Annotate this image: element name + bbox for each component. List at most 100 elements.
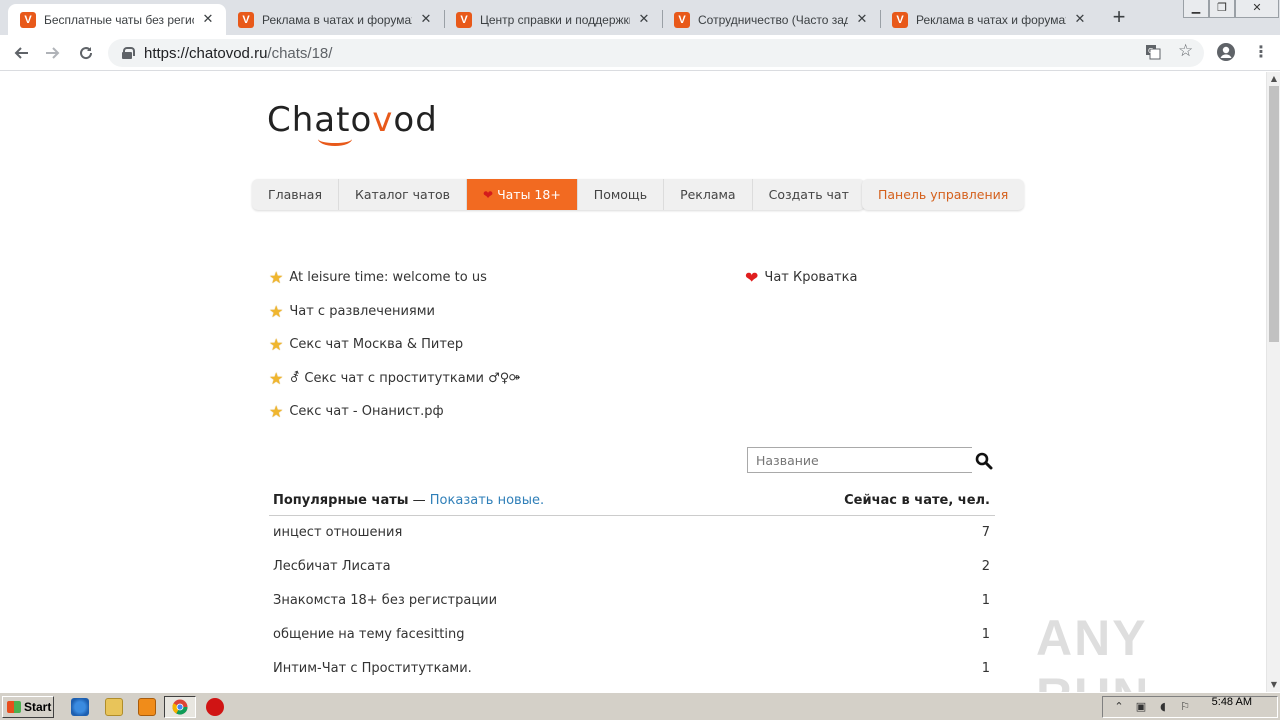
tab-title: Сотрудничество (Часто задаваемые вопросы… xyxy=(698,12,848,27)
menu-item-home[interactable]: Главная xyxy=(252,179,339,210)
chatovod-favicon-icon: V xyxy=(20,11,36,28)
chats-table: инцест отношения 7 Лесбичат Лисата 2 Знако… xyxy=(269,516,995,686)
opera-icon[interactable] xyxy=(206,698,224,716)
chat-search-input[interactable] xyxy=(747,447,972,473)
window-close-icon[interactable]: ✕ xyxy=(1235,0,1279,18)
table-row[interactable]: Лесбичат Лисата 2 xyxy=(269,550,995,584)
menu-item-label: Чаты 18+ xyxy=(497,187,561,202)
table-row[interactable]: Интим-Чат с Проститутками. 1 xyxy=(269,652,995,686)
menu-item-ads[interactable]: Реклама xyxy=(664,179,753,210)
table-row[interactable]: Знакомста 18+ без регистрации 1 xyxy=(269,584,995,618)
page-content: Chatovod Главная Каталог чатов ❤ Чаты 18+… xyxy=(0,72,1266,692)
taskbar-chrome-button[interactable] xyxy=(164,696,196,718)
featured-chat-item[interactable]: ★ Секс чат - Онанист.рф xyxy=(269,402,444,421)
minimize-icon[interactable]: ▁ xyxy=(1183,0,1209,18)
chatovod-favicon-icon: V xyxy=(238,11,254,28)
featured-chat-link[interactable]: Секс чат - Онанист.рф xyxy=(289,404,443,419)
online-count: 1 xyxy=(981,627,990,642)
chat-name-link[interactable]: Интим-Чат с Проститутками. xyxy=(273,661,472,676)
tray-expand-icon[interactable]: ⌃ xyxy=(1113,701,1125,713)
logo-smile-icon xyxy=(318,132,352,146)
menu-item-help[interactable]: Помощь xyxy=(578,179,665,210)
featured-chat-item[interactable]: ★ Чат с развлечениями xyxy=(269,302,435,321)
restore-icon[interactable]: ❐ xyxy=(1209,0,1235,18)
featured-chat-item[interactable]: ★ At leisure time: welcome to us xyxy=(269,268,487,287)
browser-tab-5[interactable]: V Реклама в чатах и форумах - Chatovod ✕ xyxy=(880,4,1098,35)
scrollbar-thumb[interactable] xyxy=(1269,86,1279,342)
menu-item-create-chat[interactable]: Создать чат xyxy=(753,179,865,210)
featured-chat-link[interactable]: Чат Кроватка xyxy=(764,270,857,285)
chat-name-link[interactable]: инцест отношения xyxy=(273,525,402,540)
featured-chat-link[interactable]: ⚦ Секс чат с проститутками ♂♀⚩ xyxy=(289,371,520,386)
show-new-link[interactable]: Показать новые. xyxy=(430,493,544,508)
menu-item-catalog[interactable]: Каталог чатов xyxy=(339,179,467,210)
featured-chat-item[interactable]: ❤ Чат Кроватка xyxy=(745,268,857,287)
translate-icon[interactable]: G xyxy=(1145,44,1161,64)
browser-tab-1[interactable]: V Бесплатные чаты без регистрации ✕ xyxy=(8,4,226,35)
url-text: https://chatovod.ru/chats/18/ xyxy=(144,44,333,62)
featured-chat-link[interactable]: Чат с развлечениями xyxy=(289,304,435,319)
tab-title: Реклама в чатах и форумах - Chatovod xyxy=(916,12,1066,27)
heart-icon: ❤ xyxy=(745,268,759,287)
scroll-up-icon[interactable]: ▲ xyxy=(1267,72,1280,86)
browser-toolbar: https://chatovod.ru/chats/18/ G ☆ ⋮ xyxy=(0,35,1280,71)
new-tab-icon[interactable]: + xyxy=(1107,6,1131,30)
table-row[interactable]: общение на тему facesitting 1 xyxy=(269,618,995,652)
volume-icon[interactable]: ◖ xyxy=(1157,701,1169,713)
tab-title: Реклама в чатах и форумах - Chatovod xyxy=(262,12,412,27)
start-label: Start xyxy=(24,700,52,714)
online-count-heading: Сейчас в чате, чел. xyxy=(844,493,990,508)
star-icon: ★ xyxy=(269,402,284,421)
close-icon[interactable]: ✕ xyxy=(200,12,216,27)
reload-icon[interactable] xyxy=(74,41,98,65)
search-icon[interactable] xyxy=(975,452,993,470)
close-icon[interactable]: ✕ xyxy=(636,12,652,27)
back-arrow-icon[interactable] xyxy=(9,41,33,65)
flag-icon[interactable]: ⚐ xyxy=(1179,701,1191,713)
control-panel-button[interactable]: Панель управления xyxy=(862,179,1025,210)
chatovod-favicon-icon: V xyxy=(674,11,690,28)
start-button[interactable]: Start xyxy=(2,696,54,718)
chats-table-header: Популярные чаты — Показать новые. Сейчас… xyxy=(269,487,995,516)
bookmark-star-icon[interactable]: ☆ xyxy=(1178,41,1193,61)
site-logo[interactable]: Chatovod xyxy=(267,100,438,140)
scroll-down-icon[interactable]: ▼ xyxy=(1267,678,1280,692)
chatovod-favicon-icon: V xyxy=(892,11,908,28)
chat-name-link[interactable]: общение на тему facesitting xyxy=(273,627,464,642)
star-icon: ★ xyxy=(269,369,284,388)
heart-icon: ❤ xyxy=(483,187,494,202)
page-scrollbar[interactable]: ▲ ▼ xyxy=(1266,72,1280,692)
online-count: 7 xyxy=(981,525,990,540)
tab-strip: V Бесплатные чаты без регистрации ✕ V Ре… xyxy=(0,0,1280,35)
browser-tab-2[interactable]: V Реклама в чатах и форумах - Chatovod ✕ xyxy=(226,4,444,35)
browser-tab-4[interactable]: V Сотрудничество (Часто задаваемые вопро… xyxy=(662,4,880,35)
lock-icon xyxy=(122,47,135,59)
profile-icon[interactable] xyxy=(1216,42,1236,66)
star-icon: ★ xyxy=(269,302,284,321)
tab-title: Центр справки и поддержки Chatovod xyxy=(480,12,630,27)
featured-chat-item[interactable]: ★ ⚦ Секс чат с проститутками ♂♀⚩ xyxy=(269,369,520,388)
popular-chats-heading: Популярные чаты — Показать новые. xyxy=(273,493,545,508)
tab-title: Бесплатные чаты без регистрации xyxy=(44,12,194,27)
svg-text:G: G xyxy=(1148,47,1153,55)
menu-item-chats-18[interactable]: ❤ Чаты 18+ xyxy=(467,179,578,210)
address-bar[interactable]: https://chatovod.ru/chats/18/ xyxy=(108,39,1204,67)
close-icon[interactable]: ✕ xyxy=(418,12,434,27)
table-row[interactable]: инцест отношения 7 xyxy=(269,516,995,550)
forward-arrow-icon[interactable] xyxy=(41,41,65,65)
close-icon[interactable]: ✕ xyxy=(854,12,870,27)
taskbar: Start ⌃ ▣ ◖ ⚐ 5:48 AM xyxy=(0,692,1280,720)
media-player-icon[interactable] xyxy=(138,698,156,716)
chat-name-link[interactable]: Лесбичат Лисата xyxy=(273,559,391,574)
chat-name-link[interactable]: Знакомста 18+ без регистрации xyxy=(273,593,497,608)
featured-chat-link[interactable]: At leisure time: welcome to us xyxy=(289,270,487,285)
close-icon[interactable]: ✕ xyxy=(1072,12,1088,27)
folder-icon[interactable] xyxy=(105,698,123,716)
network-icon[interactable]: ▣ xyxy=(1135,701,1147,713)
menu-kebab-icon[interactable]: ⋮ xyxy=(1253,42,1269,61)
featured-chat-item[interactable]: ★ Секс чат Москва & Питер xyxy=(269,335,463,354)
internet-explorer-icon[interactable] xyxy=(71,698,89,716)
browser-tab-3[interactable]: V Центр справки и поддержки Chatovod ✕ xyxy=(444,4,662,35)
featured-chat-link[interactable]: Секс чат Москва & Питер xyxy=(289,337,463,352)
star-icon: ★ xyxy=(269,268,284,287)
